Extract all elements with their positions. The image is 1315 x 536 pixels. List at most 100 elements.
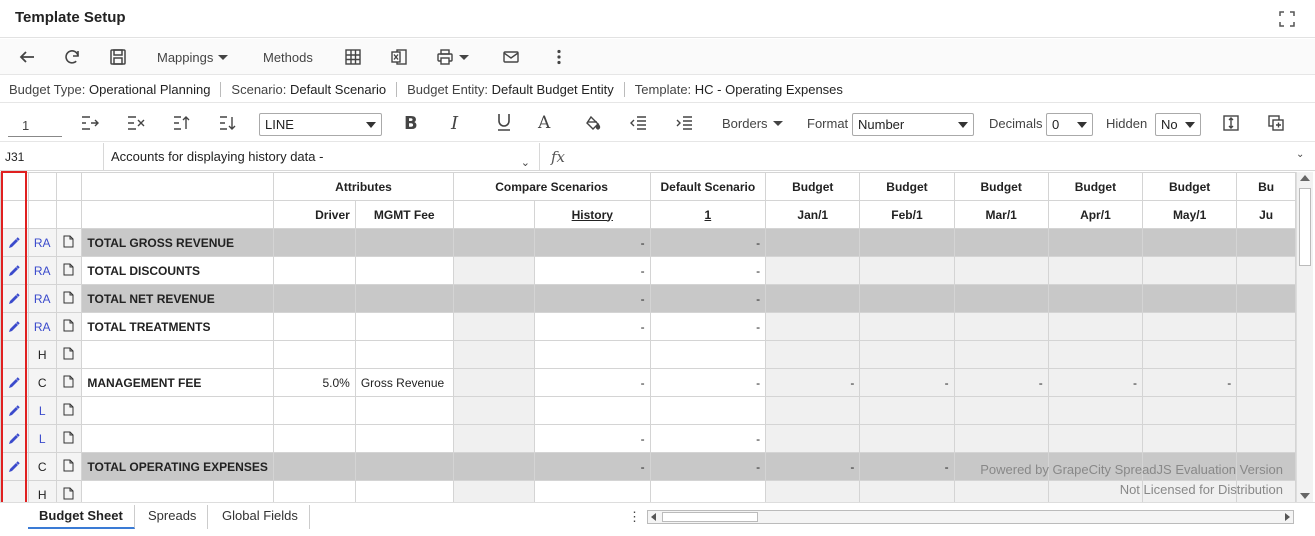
bold-icon[interactable]: B — [404, 113, 418, 134]
budget-month-cell[interactable] — [765, 424, 861, 453]
driver-cell[interactable] — [273, 452, 356, 481]
cell-reference-box[interactable]: J31 — [0, 143, 104, 171]
save-icon[interactable] — [109, 45, 127, 69]
mgmt-fee-cell[interactable] — [354, 312, 454, 341]
italic-icon[interactable]: I — [451, 113, 458, 134]
default-scenario-cell[interactable] — [649, 396, 767, 425]
driver-cell[interactable] — [273, 312, 356, 341]
budget-month-cell[interactable] — [953, 340, 1049, 369]
budget-month-cell[interactable] — [859, 396, 955, 425]
scroll-down-icon[interactable] — [1300, 493, 1310, 499]
sort-descending-icon[interactable] — [219, 115, 237, 131]
back-arrow-icon[interactable] — [18, 45, 36, 69]
history-cell[interactable]: - — [534, 452, 651, 481]
document-icon[interactable] — [63, 487, 74, 503]
history-cell[interactable] — [534, 396, 651, 425]
account-name-cell[interactable]: MANAGEMENT FEE — [81, 368, 275, 397]
expand-formula-chevron-icon[interactable]: ⌄ — [1296, 149, 1304, 160]
row-type-code[interactable]: C — [27, 452, 57, 481]
history-cell[interactable]: - — [534, 284, 651, 313]
budget-month-cell[interactable] — [859, 284, 955, 313]
budget-month-cell[interactable] — [765, 480, 861, 502]
compare-blank-cell[interactable] — [452, 228, 536, 257]
scroll-right-icon[interactable] — [1285, 513, 1290, 521]
compare-blank-cell[interactable] — [452, 312, 536, 341]
row-type-code[interactable]: L — [27, 424, 57, 453]
row-note-cell[interactable] — [55, 256, 83, 285]
budget-month-cell[interactable] — [765, 228, 861, 257]
document-icon[interactable] — [63, 459, 74, 475]
vertical-scroll-thumb[interactable] — [1299, 188, 1311, 266]
document-icon[interactable] — [63, 291, 74, 307]
horizontal-scrollbar[interactable] — [647, 510, 1294, 524]
budget-month-cell[interactable] — [1047, 256, 1144, 285]
row-note-cell[interactable] — [55, 340, 83, 369]
budget-month-cell[interactable] — [1142, 284, 1238, 313]
account-name-cell[interactable]: TOTAL OPERATING EXPENSES — [81, 452, 275, 481]
driver-cell[interactable] — [273, 396, 356, 425]
scroll-up-icon[interactable] — [1300, 175, 1310, 181]
document-icon[interactable] — [63, 347, 74, 363]
decimals-select[interactable]: 0 — [1046, 113, 1093, 136]
budget-month-cell[interactable] — [1047, 312, 1144, 341]
font-family-select[interactable]: LINE — [259, 113, 382, 136]
budget-month-cell[interactable] — [1236, 228, 1296, 257]
budget-month-cell[interactable] — [765, 256, 861, 285]
compare-blank-cell[interactable] — [452, 424, 536, 453]
document-icon[interactable] — [63, 375, 74, 391]
scroll-left-icon[interactable] — [651, 513, 656, 521]
history-cell[interactable] — [534, 480, 651, 502]
driver-cell[interactable] — [273, 228, 356, 257]
document-icon[interactable] — [63, 319, 74, 335]
cell-name-dropdown[interactable]: Accounts for displaying history data - ⌄ — [104, 143, 540, 171]
budget-month-cell[interactable] — [1047, 396, 1144, 425]
budget-month-cell[interactable] — [1142, 340, 1238, 369]
font-size-input[interactable]: 1 — [8, 114, 62, 137]
budget-month-cell[interactable]: - — [1047, 368, 1144, 397]
row-note-cell[interactable] — [55, 480, 83, 503]
budget-month-cell[interactable] — [859, 340, 955, 369]
budget-month-cell[interactable] — [1047, 424, 1144, 453]
history-cell[interactable]: - — [534, 228, 651, 257]
document-icon[interactable] — [63, 263, 74, 279]
budget-month-cell[interactable]: - — [859, 452, 955, 481]
account-name-cell[interactable]: TOTAL TREATMENTS — [81, 312, 275, 341]
default-scenario-cell[interactable] — [649, 480, 767, 502]
decrease-indent-icon[interactable] — [629, 115, 647, 131]
budget-month-cell[interactable] — [1142, 424, 1238, 453]
budget-month-cell[interactable] — [1236, 340, 1296, 369]
budget-month-cell[interactable] — [1142, 256, 1238, 285]
budget-month-cell[interactable]: - — [1142, 368, 1238, 397]
budget-month-cell[interactable] — [1236, 368, 1296, 397]
compare-blank-cell[interactable] — [452, 480, 536, 502]
compare-blank-cell[interactable] — [452, 452, 536, 481]
mgmt-fee-cell[interactable] — [354, 340, 454, 369]
budget-month-cell[interactable] — [1236, 312, 1296, 341]
compare-blank-cell[interactable] — [452, 284, 536, 313]
budget-month-cell[interactable] — [765, 312, 861, 341]
document-icon[interactable] — [63, 431, 74, 447]
budget-month-cell[interactable] — [1047, 228, 1144, 257]
tabs-more-icon[interactable]: ⋮ — [628, 509, 641, 525]
account-name-cell[interactable] — [81, 396, 275, 425]
history-cell[interactable] — [534, 340, 651, 369]
history-cell[interactable]: - — [534, 256, 651, 285]
budget-month-cell[interactable] — [859, 424, 955, 453]
mail-icon[interactable] — [502, 45, 520, 69]
account-name-cell[interactable]: TOTAL DISCOUNTS — [81, 256, 275, 285]
row-note-cell[interactable] — [55, 396, 83, 425]
budget-month-cell[interactable] — [859, 312, 955, 341]
account-name-cell[interactable]: TOTAL GROSS REVENUE — [81, 228, 275, 257]
mgmt-fee-cell[interactable] — [354, 228, 454, 257]
mgmt-fee-cell[interactable] — [354, 452, 454, 481]
account-name-cell[interactable] — [81, 340, 275, 369]
sort-ascending-icon[interactable] — [173, 115, 191, 131]
row-note-cell[interactable] — [55, 284, 83, 313]
hidden-select[interactable]: No — [1155, 113, 1201, 136]
budget-month-cell[interactable] — [859, 228, 955, 257]
excel-export-icon[interactable] — [390, 45, 408, 69]
vertical-scrollbar[interactable] — [1296, 172, 1313, 502]
budget-month-cell[interactable] — [1047, 284, 1144, 313]
budget-month-cell[interactable] — [1142, 396, 1238, 425]
compare-blank-cell[interactable] — [452, 256, 536, 285]
